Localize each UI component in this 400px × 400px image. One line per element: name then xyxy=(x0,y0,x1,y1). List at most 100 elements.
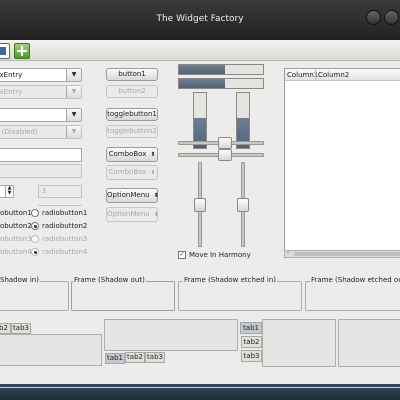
column-header-2[interactable]: Column2 xyxy=(318,71,349,79)
radio-indicator-icon xyxy=(31,248,39,256)
radio-button-4: obutton4 xyxy=(0,248,32,256)
combobox-button-disabled-label: ComboBox xyxy=(108,168,147,176)
radio-button-1[interactable]: obutton1 xyxy=(0,209,32,217)
radio-button-4-label: obutton4 xyxy=(0,248,32,256)
radiobutton-3: radiobutton3 xyxy=(31,235,87,243)
frame-shadow-in-label: Shadow in) xyxy=(0,276,40,284)
spin-button[interactable]: ▲ ▼ xyxy=(0,185,14,198)
combo-box-disabled: oo (Disabled) ▼ xyxy=(0,125,82,139)
tab-bottom-3[interactable]: tab3 xyxy=(145,352,165,363)
tab-bottom-1[interactable]: tab1 xyxy=(105,353,125,364)
column-header-1[interactable]: Column1 xyxy=(287,71,318,79)
tree-view[interactable]: Column1 Column2 xyxy=(284,68,400,251)
desktop-bottom xyxy=(0,384,400,400)
minimize-window-icon[interactable] xyxy=(366,10,381,25)
text-entry-disabled xyxy=(0,164,82,178)
option-menu-button[interactable]: OptionMenu ⬍ xyxy=(106,188,159,203)
frame-shadow-out xyxy=(71,281,175,311)
progress-bar-horizontal-1 xyxy=(178,64,264,75)
combobox-button-disabled: ComboBox ⬍ xyxy=(106,165,158,180)
radiobutton-3-label: radiobutton3 xyxy=(42,235,88,243)
radiobutton-2-label: radiobutton2 xyxy=(42,222,88,230)
toolbar xyxy=(0,40,400,61)
scale-handle-horizontal-2[interactable] xyxy=(218,149,233,161)
combo-box-entry-disabled-text: boxEntry xyxy=(0,88,23,96)
frame-shadow-etched-out-label: Frame (Shadow etched out) xyxy=(310,276,400,284)
radiobutton-1[interactable]: radiobutton1 xyxy=(31,209,87,217)
radiobutton-2[interactable]: radiobutton2 xyxy=(31,222,87,230)
updown-arrow-icon: ⬍ xyxy=(153,211,159,218)
scale-handle-horizontal-1[interactable] xyxy=(218,137,233,149)
progress-fill xyxy=(179,79,226,88)
document-icon[interactable] xyxy=(0,43,10,59)
tab-side-1[interactable]: tab1 xyxy=(240,322,262,334)
tree-header: Column1 Column2 xyxy=(285,69,400,81)
frame-shadow-out-label: Frame (Shadow out) xyxy=(73,276,146,284)
chevron-down-icon[interactable]: ▼ xyxy=(66,69,81,81)
radio-button-3: obutton3 xyxy=(0,235,32,243)
option-menu-button-disabled: OptionMenu ⬍ xyxy=(106,207,159,222)
column-divider xyxy=(315,69,316,80)
horizontal-scrollbar[interactable]: ‹ xyxy=(284,250,400,258)
combobox-button[interactable]: ComboBox ⬍ xyxy=(106,147,158,162)
chevron-down-icon[interactable]: ▼ xyxy=(66,109,81,121)
frame-shadow-etched-in xyxy=(178,281,302,311)
widget-factory-window: boxEntry ▼ boxEntry ▼ oo ▼ oo (Disabled)… xyxy=(0,40,400,384)
button-1[interactable]: button1 xyxy=(106,68,158,81)
radio-button-2[interactable]: obutton2 xyxy=(0,222,32,230)
combo-box-entry[interactable]: boxEntry ▼ xyxy=(0,68,82,82)
chevron-down-icon: ▼ xyxy=(66,86,81,98)
radio-indicator-icon xyxy=(31,235,39,243)
updown-arrow-icon: ⬍ xyxy=(150,169,156,176)
updown-arrow-icon: ⬍ xyxy=(150,151,156,158)
spin-arrows-icon[interactable]: ▲ ▼ xyxy=(5,186,13,197)
scroll-left-icon[interactable]: ‹ xyxy=(287,250,289,256)
spin-button-disabled-value: 1 xyxy=(42,187,47,195)
toggle-button-1[interactable]: togglebutton1 xyxy=(106,108,158,121)
radio-button-1-label: obutton1 xyxy=(0,209,32,217)
spin-underline xyxy=(38,200,82,206)
radio-button-2-label: obutton2 xyxy=(0,222,32,230)
combo-box[interactable]: oo ▼ xyxy=(0,108,82,122)
combobox-button-label: ComboBox xyxy=(108,150,147,158)
tab-side-2[interactable]: tab2 xyxy=(241,336,262,348)
notebook-right-panel xyxy=(338,319,400,367)
text-entry[interactable] xyxy=(0,148,82,162)
option-menu-label: OptionMenu xyxy=(107,191,150,199)
combo-box-disabled-text: oo (Disabled) xyxy=(0,128,38,136)
radio-button-3-label: obutton3 xyxy=(0,235,32,243)
updown-arrow-icon: ⬍ xyxy=(153,192,159,199)
option-menu-disabled-label: OptionMenu xyxy=(107,210,150,218)
scale-handle-vertical-2[interactable] xyxy=(237,197,249,212)
window-titlebar[interactable]: The Widget Factory xyxy=(0,0,400,40)
combo-box-entry-text[interactable]: boxEntry xyxy=(0,71,22,79)
desktop-strip xyxy=(0,387,400,388)
radio-indicator-icon[interactable] xyxy=(31,209,39,217)
radiobutton-4-label: radiobutton4 xyxy=(42,248,88,256)
checkmark-icon[interactable]: ✓ xyxy=(178,251,186,259)
radiobutton-4: radiobutton4 xyxy=(31,248,87,256)
spin-button-disabled: 1 xyxy=(38,185,82,198)
add-icon[interactable] xyxy=(14,43,30,59)
scrollbar-thumb[interactable] xyxy=(294,252,400,256)
tab-bottom-2[interactable]: tab2 xyxy=(125,352,145,363)
window-title: The Widget Factory xyxy=(156,14,244,24)
scale-handle-vertical-1[interactable] xyxy=(194,197,206,212)
frame-shadow-etched-out xyxy=(305,281,400,311)
toggle-button-2: togglebutton2 xyxy=(106,125,158,138)
tab-left-2[interactable]: b2 xyxy=(0,323,11,334)
tab-side-3[interactable]: tab3 xyxy=(241,350,262,362)
notebook-side-panel xyxy=(262,319,336,367)
radio-indicator-icon[interactable] xyxy=(31,222,39,230)
notebook-bottom-panel xyxy=(104,319,238,351)
move-in-harmony-checkbox[interactable]: ✓ Move In Harmony xyxy=(178,251,251,259)
frame-shadow-in xyxy=(0,281,69,311)
button-2: button2 xyxy=(106,85,158,98)
progress-fill xyxy=(179,65,226,74)
tab-left-3[interactable]: tab3 xyxy=(11,323,31,334)
combo-box-entry-disabled: boxEntry ▼ xyxy=(0,85,82,99)
move-in-harmony-label: Move In Harmony xyxy=(189,251,251,259)
close-window-icon[interactable] xyxy=(384,10,399,25)
notebook-left-panel xyxy=(0,334,102,366)
radiobutton-1-label: radiobutton1 xyxy=(42,209,88,217)
